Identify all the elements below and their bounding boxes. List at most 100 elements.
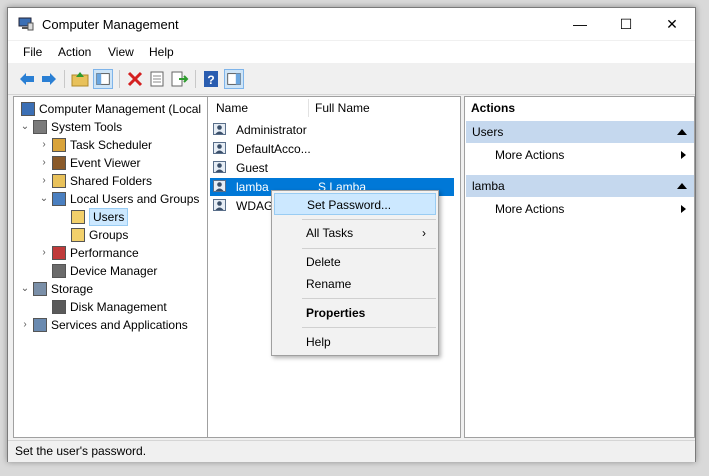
console-tree-pane[interactable]: Computer Management (Local ⌄ System Tools ›… <box>13 96 208 438</box>
actions-group-title: lamba <box>472 179 505 193</box>
tree-item-label: Task Scheduler <box>70 138 153 152</box>
menu-all-tasks[interactable]: All Tasks › <box>274 222 436 244</box>
tree-item-label: Computer Management (Local <box>39 102 202 116</box>
tree-item[interactable]: › Performance <box>14 244 207 262</box>
export-list-icon[interactable] <box>169 69 189 89</box>
show-hide-action-pane-icon[interactable] <box>224 69 244 89</box>
tree-item[interactable]: Groups <box>14 226 207 244</box>
menu-action[interactable]: Action <box>58 45 91 59</box>
tree-item-label: Event Viewer <box>70 156 141 170</box>
user-icon <box>213 123 226 135</box>
tree-item[interactable]: Device Manager <box>14 262 207 280</box>
tree-item[interactable]: › Event Viewer <box>14 154 207 172</box>
delete-icon[interactable] <box>125 69 145 89</box>
user-icon <box>213 180 226 192</box>
collapse-icon[interactable]: ⌄ <box>20 280 30 298</box>
event-viewer-icon <box>52 156 66 170</box>
window-title: Computer Management <box>42 17 179 32</box>
submenu-arrow-icon: › <box>422 226 426 240</box>
menu-delete[interactable]: Delete <box>274 251 436 273</box>
computer-management-icon <box>21 102 35 116</box>
performance-icon <box>52 246 66 260</box>
toolbar-separator <box>195 70 196 88</box>
tree-item-label: Users <box>89 208 129 226</box>
tree-item-label: Performance <box>70 246 139 260</box>
maximize-button[interactable]: ☐ <box>603 8 649 40</box>
actions-group-title: Users <box>472 125 504 139</box>
user-row[interactable]: DefaultAcco... <box>210 140 454 158</box>
menu-help[interactable]: Help <box>149 45 174 59</box>
toolbar: ? <box>8 64 695 95</box>
tree-item[interactable]: Users <box>14 208 207 226</box>
close-button[interactable]: ✕ <box>649 8 695 40</box>
tree-item[interactable]: Disk Management <box>14 298 207 316</box>
user-icon <box>213 161 226 173</box>
expand-icon[interactable]: › <box>39 154 49 172</box>
tree-item[interactable]: Computer Management (Local <box>14 100 207 118</box>
tree-item[interactable]: ⌄ System Tools <box>14 118 207 136</box>
menu-help[interactable]: Help <box>274 331 436 353</box>
tree-item[interactable]: › Shared Folders <box>14 172 207 190</box>
column-header-full-name[interactable]: Full Name <box>315 97 370 119</box>
services-icon <box>33 318 47 332</box>
disk-icon <box>52 300 66 314</box>
actions-group-lamba[interactable]: lamba <box>466 175 694 197</box>
menu-rename[interactable]: Rename <box>274 273 436 295</box>
tree-item[interactable]: › Task Scheduler <box>14 136 207 154</box>
expand-icon[interactable]: › <box>20 316 30 334</box>
clock-icon <box>52 138 66 152</box>
folder-icon <box>71 210 85 224</box>
tree-item[interactable]: ⌄ Storage <box>14 280 207 298</box>
menu-properties[interactable]: Properties <box>274 302 436 324</box>
user-name-cell: Administrator <box>236 123 307 137</box>
forward-icon[interactable] <box>39 69 59 89</box>
title-bar[interactable]: Computer Management — ☐ ✕ <box>8 8 695 40</box>
expand-icon[interactable]: › <box>39 244 49 262</box>
column-divider[interactable] <box>308 99 309 117</box>
collapse-icon[interactable]: ⌄ <box>20 118 30 136</box>
tree-item-label: Shared Folders <box>70 174 153 188</box>
user-row[interactable]: Administrator <box>210 121 454 139</box>
user-name-cell: Guest <box>236 161 269 175</box>
menu-separator <box>302 219 436 220</box>
show-hide-tree-icon[interactable] <box>93 69 113 89</box>
folder-icon <box>71 228 85 242</box>
menu-separator <box>302 298 436 299</box>
menu-set-password[interactable]: Set Password... <box>274 193 436 215</box>
system-tools-icon <box>33 120 47 134</box>
submenu-arrow-icon <box>681 151 686 159</box>
more-actions-users[interactable]: More Actions <box>495 145 564 165</box>
menu-view[interactable]: View <box>108 45 134 59</box>
back-icon[interactable] <box>17 69 37 89</box>
column-header-name[interactable]: Name <box>216 97 248 119</box>
expand-icon[interactable]: › <box>39 136 49 154</box>
more-actions-lamba[interactable]: More Actions <box>495 199 564 219</box>
actions-group-users[interactable]: Users <box>466 121 694 143</box>
help-icon[interactable]: ? <box>201 69 221 89</box>
properties-icon[interactable] <box>147 69 167 89</box>
toolbar-separator <box>64 70 65 88</box>
user-name-cell: lamba <box>236 180 269 194</box>
menu-file[interactable]: File <box>23 45 42 59</box>
submenu-arrow-icon <box>681 205 686 213</box>
collapse-icon[interactable] <box>677 129 687 135</box>
user-icon <box>213 142 226 154</box>
up-folder-icon[interactable] <box>70 69 90 89</box>
actions-header: Actions <box>471 101 516 115</box>
collapse-icon[interactable] <box>677 183 687 189</box>
tree-item[interactable]: › Services and Applications <box>14 316 207 334</box>
tree-item-label: Local Users and Groups <box>70 192 200 206</box>
expand-icon[interactable]: › <box>39 172 49 190</box>
tree-item-label: Disk Management <box>70 300 167 314</box>
tree-item-label: Groups <box>89 228 129 242</box>
device-manager-icon <box>52 264 66 278</box>
user-row[interactable]: Guest <box>210 159 454 177</box>
storage-icon <box>33 282 47 296</box>
svg-text:?: ? <box>207 73 214 87</box>
minimize-button[interactable]: — <box>557 8 603 40</box>
collapse-icon[interactable]: ⌄ <box>39 190 49 208</box>
tree-item-label: Storage <box>51 282 94 296</box>
tree-item[interactable]: ⌄ Local Users and Groups <box>14 190 207 208</box>
computer-management-icon <box>18 17 34 31</box>
user-name-cell: DefaultAcco... <box>236 142 311 156</box>
